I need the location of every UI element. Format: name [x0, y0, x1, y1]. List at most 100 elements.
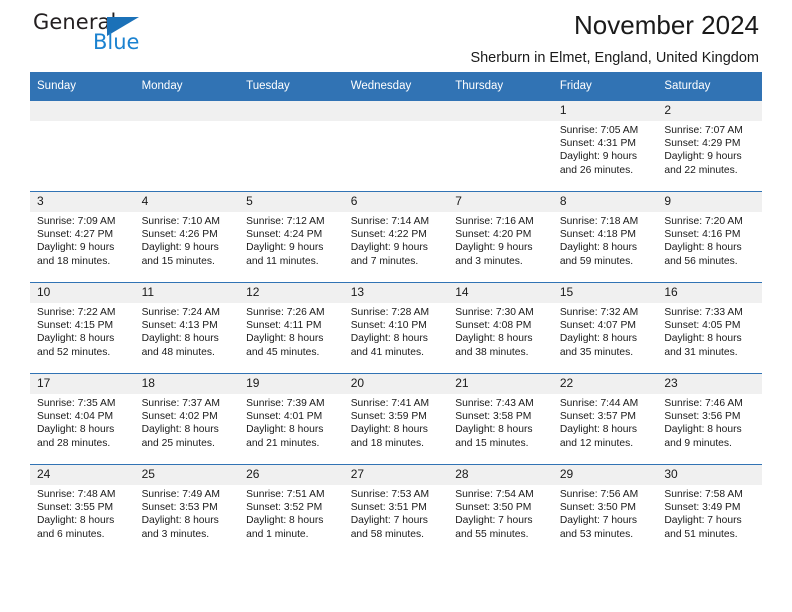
day-cell[interactable]: 25 Sunrise: 7:49 AM Sunset: 3:53 PM Dayligh… [134, 464, 240, 555]
day-number: 6 [343, 192, 449, 212]
day-cell[interactable]: 29 Sunrise: 7:56 AM Sunset: 3:50 PM Dayligh… [552, 464, 658, 555]
day-number: 20 [343, 374, 449, 394]
day-number: 19 [239, 374, 344, 394]
day-detail-line: Sunset: 4:24 PM [246, 229, 323, 241]
day-detail-line: Sunrise: 7:12 AM [246, 216, 325, 227]
day-detail-line: Sunrise: 7:32 AM [559, 307, 639, 318]
day-number: 17 [30, 374, 135, 394]
day-number: 24 [30, 465, 135, 485]
day-detail-line: and 26 minutes. [559, 164, 634, 176]
day-detail-line: Sunset: 3:59 PM [350, 411, 427, 423]
calendar-week-row: 10 Sunrise: 7:22 AM Sunset: 4:15 PM Dayligh… [30, 282, 762, 374]
calendar-week-row: 17 Sunrise: 7:35 AM Sunset: 4:04 PM Dayligh… [30, 373, 762, 465]
day-detail-line: Sunrise: 7:14 AM [350, 216, 430, 227]
day-number: 4 [134, 192, 240, 212]
day-details: Sunrise: 7:54 AM Sunset: 3:50 PM Daylight:… [448, 485, 553, 541]
day-details: Sunrise: 7:39 AM Sunset: 4:01 PM Daylight:… [239, 394, 344, 450]
page-subtitle: Sherburn in Elmet, England, United Kingd… [470, 50, 759, 66]
day-number: 8 [552, 192, 658, 212]
day-cell[interactable]: 22 Sunrise: 7:44 AM Sunset: 3:57 PM Dayligh… [552, 373, 658, 465]
day-detail-line: Sunset: 3:55 PM [37, 502, 114, 514]
day-cell[interactable]: 4 Sunrise: 7:10 AM Sunset: 4:26 PM Daylight… [134, 191, 240, 283]
day-number: 25 [134, 465, 240, 485]
day-details: Sunrise: 7:37 AM Sunset: 4:02 PM Daylight:… [135, 394, 240, 450]
day-number [134, 101, 240, 121]
day-detail-line: Daylight: 8 hours [246, 424, 324, 436]
day-detail-line: Sunrise: 7:20 AM [664, 216, 743, 227]
day-cell[interactable]: 14 Sunrise: 7:30 AM Sunset: 4:08 PM Dayligh… [448, 282, 553, 374]
day-details: Sunrise: 7:30 AM Sunset: 4:08 PM Daylight:… [448, 303, 553, 359]
day-detail-line: Sunset: 3:50 PM [455, 502, 532, 514]
brand-logo[interactable]: General Blue [33, 10, 213, 62]
day-details: Sunrise: 7:49 AM Sunset: 3:53 PM Daylight:… [135, 485, 240, 541]
day-cell[interactable]: 27 Sunrise: 7:53 AM Sunset: 3:51 PM Dayligh… [343, 464, 449, 555]
day-detail-line: Daylight: 8 hours [559, 242, 638, 254]
day-number: 26 [239, 465, 344, 485]
day-detail-line: Sunset: 3:49 PM [664, 502, 741, 514]
day-number: 1 [552, 101, 658, 121]
day-detail-line: and 3 minutes. [455, 255, 523, 267]
weekday-header-monday: Monday [134, 72, 240, 101]
day-detail-line: Sunrise: 7:35 AM [37, 398, 116, 409]
day-number: 18 [134, 374, 240, 394]
day-cell[interactable]: 21 Sunrise: 7:43 AM Sunset: 3:58 PM Dayligh… [448, 373, 553, 465]
day-detail-line: Sunset: 3:56 PM [664, 411, 741, 423]
day-cell[interactable]: 10 Sunrise: 7:22 AM Sunset: 4:15 PM Dayligh… [30, 282, 135, 374]
day-detail-line: and 41 minutes. [350, 346, 424, 358]
day-number: 10 [30, 283, 135, 303]
day-cell[interactable]: 9 Sunrise: 7:20 AM Sunset: 4:16 PM Daylight… [657, 191, 762, 283]
page-header: General Blue November 2024 Sherburn in E… [30, 0, 762, 72]
day-cell[interactable]: 19 Sunrise: 7:39 AM Sunset: 4:01 PM Dayligh… [239, 373, 344, 465]
day-number: 23 [657, 374, 762, 394]
weekday-header-row: Sunday Monday Tuesday Wednesday Thursday Frid… [30, 72, 762, 101]
day-detail-line: Daylight: 8 hours [37, 333, 115, 345]
day-detail-line: Sunrise: 7:05 AM [559, 125, 639, 136]
day-cell[interactable]: 17 Sunrise: 7:35 AM Sunset: 4:04 PM Dayligh… [30, 373, 135, 465]
day-cell[interactable]: 23 Sunrise: 7:46 AM Sunset: 3:56 PM Dayligh… [657, 373, 762, 465]
day-cell[interactable]: 24 Sunrise: 7:48 AM Sunset: 3:55 PM Dayligh… [30, 464, 135, 555]
day-detail-line: and 35 minutes. [559, 346, 634, 358]
day-detail-line: and 18 minutes. [37, 255, 111, 267]
day-detail-line: and 58 minutes. [350, 528, 424, 540]
day-cell[interactable]: 6 Sunrise: 7:14 AM Sunset: 4:22 PM Daylight… [343, 191, 449, 283]
day-details: Sunrise: 7:43 AM Sunset: 3:58 PM Daylight:… [448, 394, 553, 450]
day-cell[interactable]: 15 Sunrise: 7:32 AM Sunset: 4:07 PM Dayligh… [552, 282, 658, 374]
day-number [343, 101, 449, 121]
day-detail-line: Sunset: 4:13 PM [141, 320, 218, 332]
day-details: Sunrise: 7:16 AM Sunset: 4:20 PM Daylight:… [448, 212, 553, 268]
day-cell[interactable]: 12 Sunrise: 7:26 AM Sunset: 4:11 PM Dayligh… [239, 282, 344, 374]
day-cell[interactable]: 7 Sunrise: 7:16 AM Sunset: 4:20 PM Daylight… [448, 191, 553, 283]
day-cell[interactable]: 3 Sunrise: 7:09 AM Sunset: 4:27 PM Daylight… [30, 191, 135, 283]
day-cell[interactable]: 13 Sunrise: 7:28 AM Sunset: 4:10 PM Dayligh… [343, 282, 449, 374]
day-cell[interactable]: 18 Sunrise: 7:37 AM Sunset: 4:02 PM Dayligh… [134, 373, 240, 465]
day-detail-line: Sunrise: 7:10 AM [141, 216, 220, 227]
day-detail-line: and 11 minutes. [246, 255, 319, 267]
day-detail-line: Daylight: 9 hours [455, 242, 533, 254]
day-cell[interactable]: 5 Sunrise: 7:12 AM Sunset: 4:24 PM Daylight… [239, 191, 344, 283]
day-detail-line: Daylight: 8 hours [664, 424, 742, 436]
day-detail-line: Sunset: 4:22 PM [350, 229, 427, 241]
day-cell[interactable]: 8 Sunrise: 7:18 AM Sunset: 4:18 PM Daylight… [552, 191, 658, 283]
day-detail-line: Sunset: 4:10 PM [350, 320, 427, 332]
day-cell[interactable]: 16 Sunrise: 7:33 AM Sunset: 4:05 PM Dayligh… [657, 282, 762, 374]
day-details: Sunrise: 7:22 AM Sunset: 4:15 PM Daylight:… [30, 303, 135, 359]
day-cell[interactable]: 2 Sunrise: 7:07 AM Sunset: 4:29 PM Daylight… [657, 100, 762, 192]
day-cell[interactable]: 26 Sunrise: 7:51 AM Sunset: 3:52 PM Dayligh… [239, 464, 344, 555]
day-cell[interactable]: 20 Sunrise: 7:41 AM Sunset: 3:59 PM Dayligh… [343, 373, 449, 465]
day-cell[interactable]: 11 Sunrise: 7:24 AM Sunset: 4:13 PM Dayligh… [134, 282, 240, 374]
day-cell[interactable]: 30 Sunrise: 7:58 AM Sunset: 3:49 PM Dayligh… [657, 464, 762, 555]
day-details [448, 121, 553, 124]
day-details: Sunrise: 7:18 AM Sunset: 4:18 PM Daylight:… [553, 212, 658, 268]
day-cell[interactable]: 28 Sunrise: 7:54 AM Sunset: 3:50 PM Dayligh… [448, 464, 553, 555]
day-number [30, 101, 135, 121]
day-detail-line: Sunset: 4:01 PM [246, 411, 323, 423]
day-detail-line: and 18 minutes. [350, 437, 424, 449]
day-detail-line: Sunset: 4:16 PM [664, 229, 741, 241]
day-cell[interactable]: 1 Sunrise: 7:05 AM Sunset: 4:31 PM Daylight… [552, 100, 658, 192]
day-number: 15 [552, 283, 658, 303]
day-detail-line: Sunset: 3:57 PM [559, 411, 636, 423]
day-details: Sunrise: 7:44 AM Sunset: 3:57 PM Daylight:… [553, 394, 658, 450]
day-details: Sunrise: 7:05 AM Sunset: 4:31 PM Daylight:… [553, 121, 658, 177]
day-details [344, 121, 449, 124]
day-cell-empty [239, 100, 344, 192]
